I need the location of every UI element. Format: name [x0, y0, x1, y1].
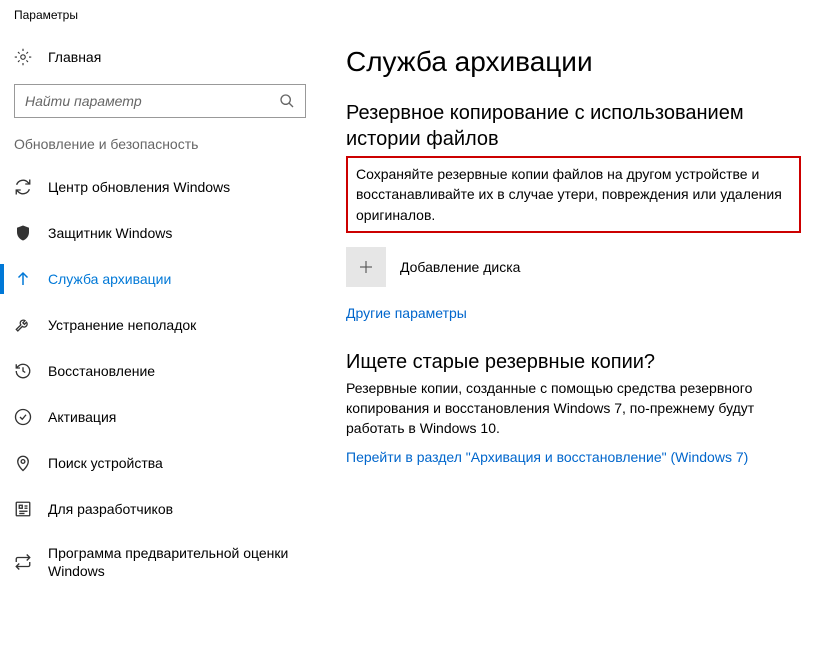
sidebar-item-developers[interactable]: Для разработчиков: [0, 486, 320, 532]
sync-icon: [14, 178, 32, 196]
plus-icon: [357, 258, 375, 276]
sidebar-item-label: Служба архивации: [48, 270, 171, 288]
history-icon: [14, 362, 32, 380]
check-circle-icon: [14, 408, 32, 426]
sidebar-item-label: Защитник Windows: [48, 224, 172, 242]
sidebar-item-label: Поиск устройства: [48, 454, 163, 472]
highlighted-description: Сохраняйте резервные копии файлов на дру…: [346, 156, 801, 233]
section-file-history-body: Сохраняйте резервные копии файлов на дру…: [356, 164, 791, 225]
page-title: Служба архивации: [346, 46, 801, 78]
sidebar-item-label: Центр обновления Windows: [48, 178, 230, 196]
add-disk-label: Добавление диска: [400, 259, 520, 275]
add-disk-button[interactable]: [346, 247, 386, 287]
section-file-history-title: Резервное копирование с использованием и…: [346, 100, 801, 152]
window-title: Параметры: [0, 0, 813, 28]
home-nav[interactable]: Главная: [0, 40, 320, 76]
search-input[interactable]: [25, 93, 271, 109]
upload-icon: [14, 270, 32, 288]
sidebar-item-windows-update[interactable]: Центр обновления Windows: [0, 164, 320, 210]
sidebar-item-label: Восстановление: [48, 362, 155, 380]
home-label: Главная: [48, 49, 101, 65]
sidebar-item-label: Активация: [48, 408, 116, 426]
section-old-backups-title: Ищете старые резервные копии?: [346, 351, 801, 374]
sidebar-item-backup[interactable]: Служба архивации: [0, 256, 320, 302]
search-icon: [279, 93, 295, 109]
sidebar-item-troubleshoot[interactable]: Устранение неполадок: [0, 302, 320, 348]
sidebar: Главная Обновление и безопасность Центр: [0, 28, 320, 663]
sidebar-item-insider[interactable]: Программа предварительной оценки Windows: [0, 532, 320, 592]
more-options-link[interactable]: Другие параметры: [346, 305, 467, 321]
sidebar-item-defender[interactable]: Защитник Windows: [0, 210, 320, 256]
sidebar-item-label: Программа предварительной оценки Windows: [48, 544, 306, 580]
location-icon: [14, 454, 32, 472]
main-content: Служба архивации Резервное копирование с…: [320, 28, 813, 663]
wrench-icon: [14, 316, 32, 334]
shield-icon: [14, 224, 32, 242]
win7-backup-link[interactable]: Перейти в раздел "Архивация и восстановл…: [346, 449, 748, 465]
section-old-backups-body: Резервные копии, созданные с помощью сре…: [346, 378, 801, 439]
developer-icon: [14, 500, 32, 518]
sidebar-item-label: Для разработчиков: [48, 500, 173, 518]
sidebar-item-activation[interactable]: Активация: [0, 394, 320, 440]
sync-arrows-icon: [14, 553, 32, 571]
gear-icon: [14, 48, 32, 66]
search-box[interactable]: [14, 84, 306, 118]
sidebar-item-find-device[interactable]: Поиск устройства: [0, 440, 320, 486]
category-header: Обновление и безопасность: [0, 136, 320, 164]
sidebar-item-label: Устранение неполадок: [48, 316, 196, 334]
sidebar-item-recovery[interactable]: Восстановление: [0, 348, 320, 394]
add-disk-row: Добавление диска: [346, 247, 801, 287]
